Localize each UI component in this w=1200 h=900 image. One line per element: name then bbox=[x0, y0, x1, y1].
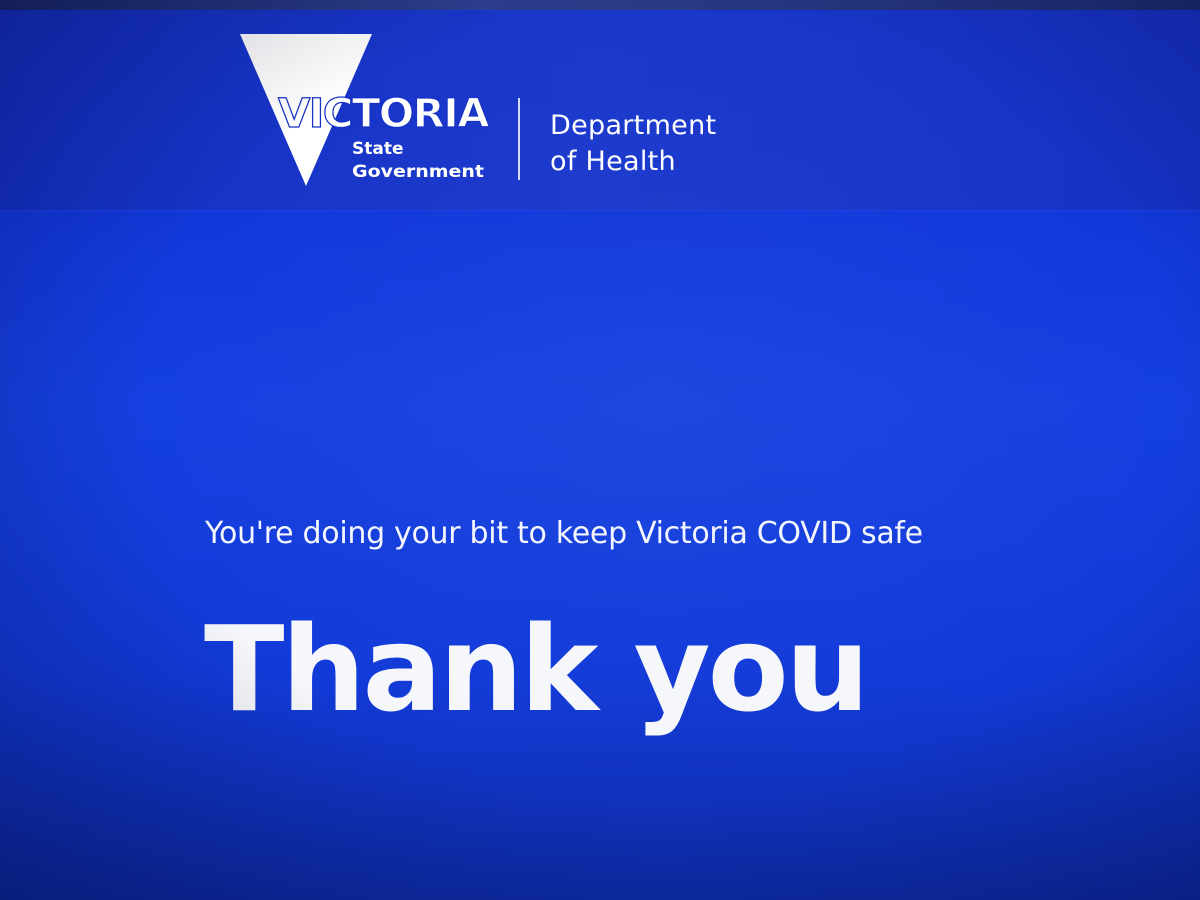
tagline-text: You're doing your bit to keep Victoria C… bbox=[205, 516, 923, 551]
logo-line-government: Government bbox=[352, 162, 484, 182]
site-header: VICTORIA State Government Department of … bbox=[0, 10, 1200, 211]
dept-line-2: of Health bbox=[550, 146, 676, 177]
dept-line-1: Department bbox=[550, 110, 717, 141]
main-content: You're doing your bit to keep Victoria C… bbox=[0, 210, 1200, 900]
department-name: Department of Health bbox=[550, 108, 716, 180]
logo-line-state: State bbox=[352, 139, 404, 159]
app-screen: VICTORIA State Government Department of … bbox=[0, 0, 1200, 900]
victoria-state-government-logo: VICTORIA State Government bbox=[240, 34, 492, 186]
logo-divider bbox=[518, 98, 520, 180]
logo-word: VICTORIA bbox=[278, 91, 490, 137]
thank-you-heading: Thank you bbox=[204, 600, 870, 738]
